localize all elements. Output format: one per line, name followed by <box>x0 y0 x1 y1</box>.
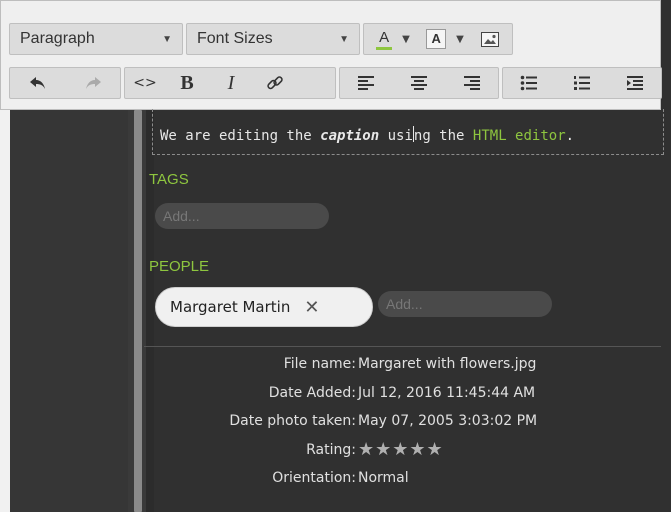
link-button[interactable] <box>253 68 297 98</box>
highlight-color-button[interactable]: A ▼ <box>418 24 472 54</box>
metadata-value: Jul 12, 2016 11:45:44 AM <box>358 384 536 401</box>
align-right-icon <box>463 76 480 90</box>
tags-label: TAGS <box>149 171 189 188</box>
bold-button[interactable]: B <box>165 68 209 98</box>
person-chip[interactable]: Margaret Martin ✕ <box>155 287 373 327</box>
chevron-down-icon: ▼ <box>456 33 464 45</box>
undo-icon <box>29 77 45 89</box>
metadata-row-orientation: Orientation: Normal <box>144 470 661 499</box>
insert-image-button[interactable] <box>472 24 508 54</box>
editor-toolbar: Paragraph ▼ Font Sizes ▼ A ▼ A ▼ <> B I <box>0 0 662 110</box>
metadata-row-rating: Rating: ★★★★★ <box>144 439 661 471</box>
bold-icon: B <box>180 71 194 94</box>
align-right-button[interactable] <box>453 68 491 98</box>
metadata-value: May 07, 2005 3:03:02 PM <box>358 413 538 429</box>
code-icon: <> <box>133 75 157 91</box>
metadata-row-date-taken: Date photo taken: May 07, 2005 3:03:02 P… <box>144 413 661 442</box>
align-left-icon <box>358 76 375 90</box>
metadata-label: Date Added: <box>268 384 356 401</box>
people-label: PEOPLE <box>149 258 210 275</box>
indent-button[interactable] <box>616 68 654 98</box>
numbered-list-button[interactable] <box>563 68 601 98</box>
align-center-icon <box>410 76 427 90</box>
alignment-group <box>339 67 499 99</box>
source-code-button[interactable]: <> <box>125 68 165 98</box>
file-metadata: File name: Margaret with flowers.jpg Dat… <box>144 356 661 499</box>
italic-button[interactable]: I <box>209 68 253 98</box>
caption-link[interactable]: HTML editor <box>473 128 566 144</box>
italic-icon: I <box>227 71 235 94</box>
tags-add-input[interactable]: Add... <box>155 203 329 229</box>
undo-button[interactable] <box>19 68 57 98</box>
color-tools-group: A ▼ A ▼ <box>363 23 513 55</box>
numbered-list-icon <box>573 76 590 90</box>
toolbar-row-actions: <> B I <box>9 67 665 101</box>
font-color-icon: A <box>376 28 393 50</box>
font-sizes-dropdown[interactable]: Font Sizes ▼ <box>186 23 360 55</box>
close-icon[interactable]: ✕ <box>304 297 319 318</box>
metadata-label: Orientation: <box>272 470 356 486</box>
metadata-value: Margaret with flowers.jpg <box>358 356 537 372</box>
caption-bold-word: caption <box>320 128 380 144</box>
bullet-list-button[interactable] <box>510 68 548 98</box>
bullet-list-icon <box>521 75 538 91</box>
font-color-letter: A <box>379 28 390 46</box>
paragraph-dropdown-label: Paragraph <box>20 30 95 47</box>
metadata-label: File name: <box>283 356 356 372</box>
text-style-group: <> B I <box>124 67 336 99</box>
image-icon <box>481 31 499 47</box>
metadata-value: Normal <box>358 470 409 486</box>
history-group <box>9 67 121 99</box>
caption-text: . <box>565 128 575 144</box>
people-add-input[interactable]: Add... <box>378 291 552 317</box>
chevron-down-icon: ▼ <box>162 33 172 45</box>
caption-text: We are editing the <box>160 128 321 144</box>
metadata-row-file-name: File name: Margaret with flowers.jpg <box>144 356 661 385</box>
align-left-button[interactable] <box>347 68 385 98</box>
align-center-button[interactable] <box>400 68 438 98</box>
link-icon <box>267 76 283 90</box>
section-divider <box>144 346 661 347</box>
metadata-row-date-added: Date Added: Jul 12, 2016 11:45:44 AM <box>144 385 661 414</box>
font-color-button[interactable]: A ▼ <box>368 24 418 54</box>
toolbar-row-formatting: Paragraph ▼ Font Sizes ▼ A ▼ A ▼ <box>9 23 516 57</box>
redo-icon <box>85 77 101 89</box>
paragraph-dropdown[interactable]: Paragraph ▼ <box>9 23 183 55</box>
caption-text: usi <box>379 128 413 144</box>
rating-stars[interactable]: ★★★★★ <box>358 439 444 460</box>
scrollbar-thumb[interactable] <box>134 110 142 512</box>
indent-icon <box>626 76 643 90</box>
highlight-color-icon: A <box>426 29 447 49</box>
list-group <box>502 67 662 99</box>
person-name: Margaret Martin <box>170 298 291 316</box>
metadata-label: Rating: <box>306 441 356 458</box>
chevron-down-icon: ▼ <box>402 33 410 45</box>
metadata-label: Date photo taken: <box>229 413 356 429</box>
font-sizes-dropdown-label: Font Sizes <box>197 30 273 47</box>
redo-button[interactable] <box>74 68 112 98</box>
caption-editor[interactable]: We are editing the caption using the HTM… <box>152 109 664 155</box>
caption-text: ng the <box>413 128 473 144</box>
chevron-down-icon: ▼ <box>339 33 349 45</box>
